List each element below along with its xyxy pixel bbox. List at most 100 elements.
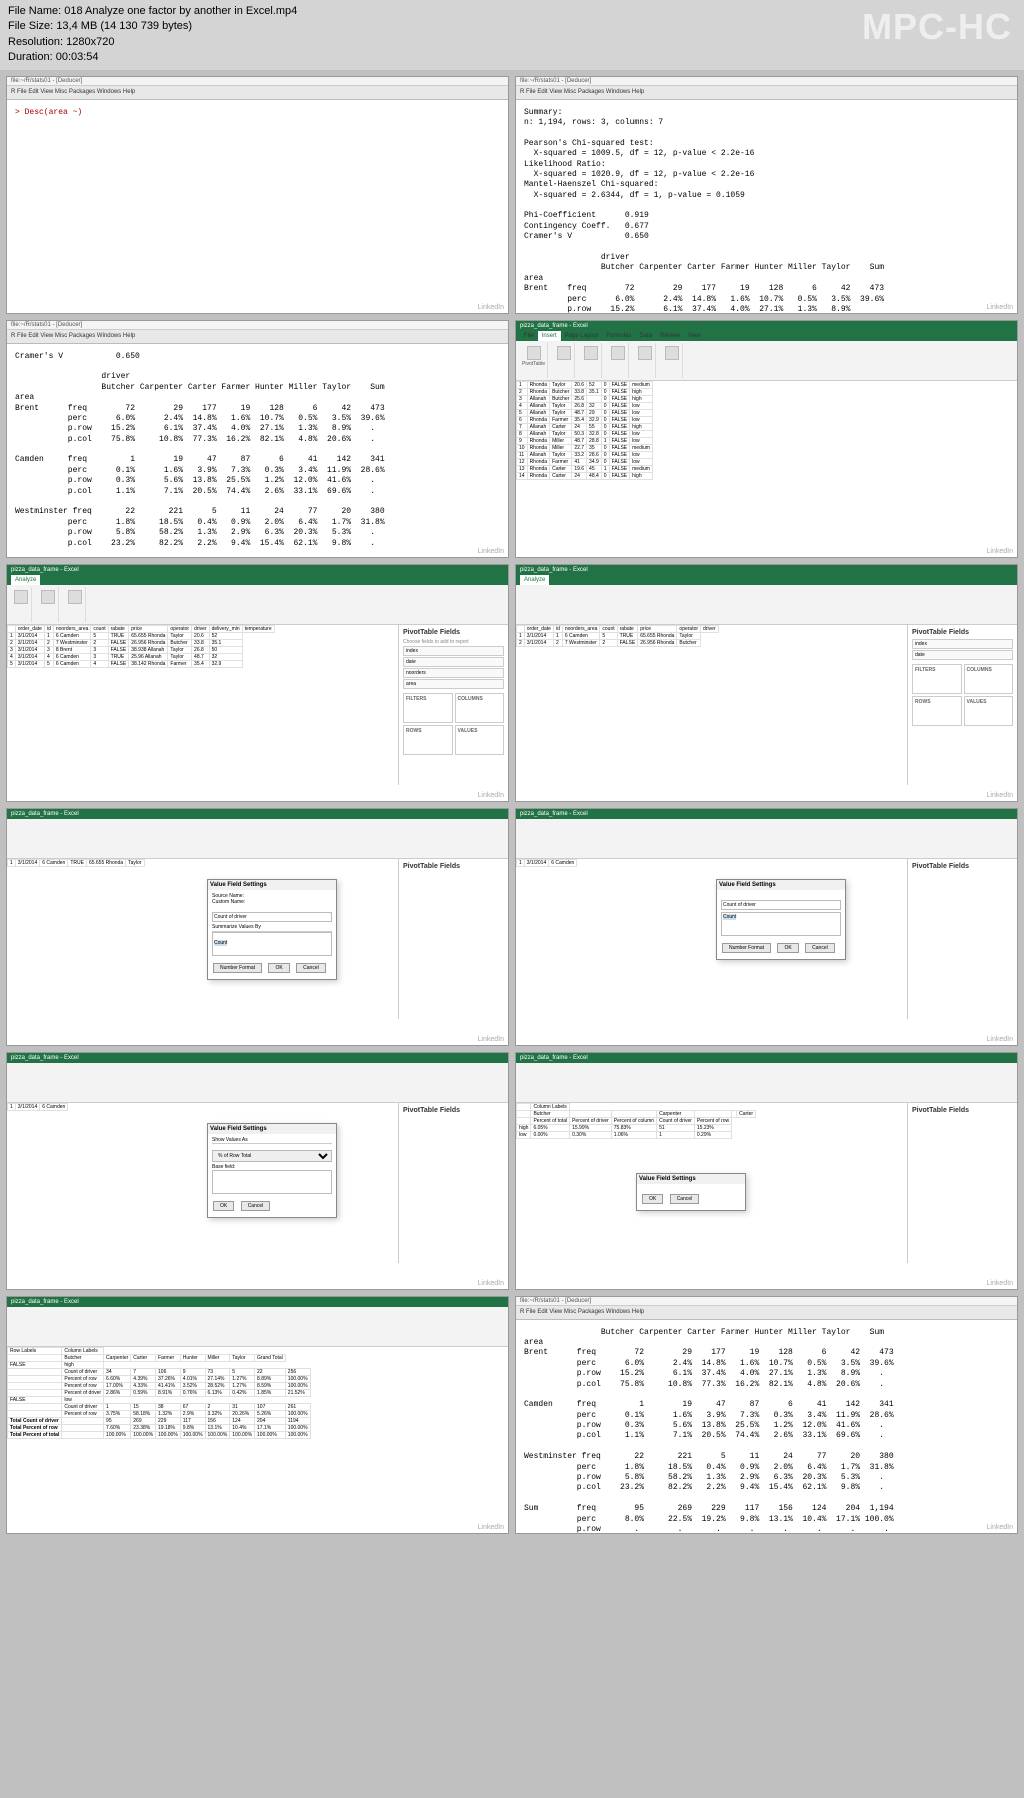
data-table[interactable]: 1RhondaTaylor20.6520FALSEmedium 2RhondaB… <box>516 381 653 480</box>
field-noorders[interactable]: noorders <box>403 668 504 678</box>
cancel-button[interactable]: Cancel <box>296 963 326 973</box>
tab-analyze[interactable]: Analyze <box>520 575 549 585</box>
rows-zone[interactable]: ROWS <box>403 725 453 755</box>
columns-zone[interactable]: COLUMNS <box>964 664 1014 694</box>
linkedin-watermark: LinkedIn <box>987 792 1013 799</box>
base-field-list[interactable] <box>212 1170 332 1194</box>
value-field-dialog[interactable]: Value Field Settings OK Cancel <box>636 1173 746 1211</box>
tab-data[interactable]: Data <box>635 331 656 341</box>
custom-name-input[interactable] <box>212 912 332 922</box>
changesrc-icon[interactable] <box>41 590 55 604</box>
pivot-sheet[interactable]: order_dateidnoorders_areacountrabatepric… <box>516 625 719 647</box>
value-field-dialog[interactable]: Value Field Settings Source Name: Custom… <box>207 879 337 980</box>
linkedin-watermark: LinkedIn <box>478 304 504 311</box>
filters-zone[interactable]: FILTERS <box>403 693 453 723</box>
tab-file[interactable]: File <box>520 331 538 341</box>
columns-zone[interactable]: COLUMNS <box>455 693 505 723</box>
tab-analyze[interactable]: Analyze <box>11 575 40 585</box>
dialog-title: Value Field Settings <box>208 1124 336 1134</box>
pivot-result-table[interactable]: Column Labels ButcherCarpenterCarter Per… <box>516 1103 756 1139</box>
thumb-10[interactable]: pizza_data_frame - Excel Column Labels B… <box>515 1052 1018 1290</box>
ok-button[interactable]: OK <box>642 1194 663 1204</box>
number-format-button[interactable]: Number Format <box>213 963 262 973</box>
values-zone[interactable]: VALUES <box>455 725 505 755</box>
pictures-icon[interactable] <box>584 346 598 360</box>
pivot-sheet[interactable]: order_dateidnoorders_areacountrabatepric… <box>7 625 275 668</box>
chart-icon[interactable] <box>638 346 652 360</box>
pivot-fields-pane[interactable]: PivotTable Fields Choose fields to add t… <box>398 625 508 785</box>
ok-button[interactable]: OK <box>777 943 798 953</box>
cancel-button[interactable]: Cancel <box>670 1194 700 1204</box>
cancel-button[interactable]: Cancel <box>241 1201 271 1211</box>
thumb-12[interactable]: file:~/R/stats01 - [Deducer] R File Edit… <box>515 1296 1018 1534</box>
field-index[interactable]: index <box>403 646 504 656</box>
field-date[interactable]: date <box>912 650 1013 660</box>
number-format-button[interactable]: Number Format <box>722 943 771 953</box>
calc-list[interactable]: Count <box>212 932 332 956</box>
console-body: Cramer's V 0.650 driver Butcher Carpente… <box>7 344 508 558</box>
window-title: file:~/R/stats01 - [Deducer] <box>7 321 508 330</box>
values-zone[interactable]: VALUES <box>964 696 1014 726</box>
excel-title-bar: pizza_data_frame - Excel <box>516 321 1017 331</box>
refresh-icon[interactable] <box>14 590 28 604</box>
value-field-dialog[interactable]: Value Field Settings Show Values As % of… <box>207 1123 337 1218</box>
ok-button[interactable]: OK <box>213 1201 234 1211</box>
tab-formulas[interactable]: Formulas <box>602 331 635 341</box>
thumb-4[interactable]: pizza_data_frame - Excel File Insert Pag… <box>515 320 1018 558</box>
sheet-body: 1RhondaTaylor20.6520FALSEmedium 2RhondaB… <box>516 381 1017 541</box>
final-pivot-table[interactable]: Row LabelsColumn Labels ButcherCarpenter… <box>7 1347 311 1439</box>
chart-icon[interactable] <box>611 346 625 360</box>
tab-insert[interactable]: Insert <box>538 331 561 341</box>
field-date[interactable]: date <box>403 657 504 667</box>
pivottable-icon[interactable] <box>527 346 541 360</box>
table-icon[interactable] <box>557 346 571 360</box>
linkedin-watermark: LinkedIn <box>987 1524 1013 1531</box>
show-values-tab[interactable]: Show Values As <box>212 1137 332 1144</box>
console-body: > Desc(area ~) <box>7 100 508 126</box>
player-watermark: MPC-HC <box>862 6 1012 48</box>
rows-zone[interactable]: ROWS <box>912 696 962 726</box>
excel-title-bar: pizza_data_frame - Excel <box>516 565 1017 575</box>
field-index[interactable]: index <box>912 639 1013 649</box>
excel-title-bar: pizza_data_frame - Excel <box>516 1053 1017 1063</box>
thumb-3[interactable]: file:~/R/stats01 - [Deducer] R File Edit… <box>6 320 509 558</box>
filters-zone[interactable]: FILTERS <box>912 664 962 694</box>
linkedin-watermark: LinkedIn <box>987 1280 1013 1287</box>
ribbon <box>7 585 508 625</box>
tab-review[interactable]: Review <box>656 331 684 341</box>
show-as-select[interactable]: % of Row Total <box>212 1150 332 1162</box>
linkedin-watermark: LinkedIn <box>478 1524 504 1531</box>
dialog-title: Value Field Settings <box>208 880 336 890</box>
tab-pagelayout[interactable]: Page Layout <box>561 331 603 341</box>
thumb-2[interactable]: file:~/R/stats01 - [Deducer] R File Edit… <box>515 76 1018 314</box>
excel-title-bar: pizza_data_frame - Excel <box>7 1053 508 1063</box>
console-body: Summary: n: 1,194, rows: 3, columns: 7 P… <box>516 100 1017 314</box>
thumb-7[interactable]: pizza_data_frame - Excel 13/1/20146 Camd… <box>6 808 509 1046</box>
chart-icon[interactable] <box>665 346 679 360</box>
field-area[interactable]: area <box>403 679 504 689</box>
custom-name-input[interactable] <box>721 900 841 910</box>
thumb-9[interactable]: pizza_data_frame - Excel 13/1/20146 Camd… <box>6 1052 509 1290</box>
value-field-dialog[interactable]: Value Field Settings Count Number Format… <box>716 879 846 960</box>
thumb-8[interactable]: pizza_data_frame - Excel 13/1/20146 Camd… <box>515 808 1018 1046</box>
summarize-tab[interactable]: Summarize Values By <box>212 924 332 932</box>
console-body: Butcher Carpenter Carter Farmer Hunter M… <box>516 1320 1017 1534</box>
menu-bar: R File Edit View Misc Packages Windows H… <box>7 330 508 344</box>
pivot-fields-pane[interactable]: PivotTable Fields index date FILTERS COL… <box>907 625 1017 785</box>
linkedin-watermark: LinkedIn <box>987 1036 1013 1043</box>
thumbnail-grid: file:~/R/stats01 - [Deducer] R File Edit… <box>0 70 1024 1540</box>
clear-icon[interactable] <box>68 590 82 604</box>
ribbon: PivotTable <box>516 341 1017 381</box>
menu-bar: R File Edit View Misc Packages Windows H… <box>516 1306 1017 1320</box>
duration-line: Duration: 00:03:54 <box>8 50 1016 65</box>
linkedin-watermark: LinkedIn <box>987 548 1013 555</box>
tab-view[interactable]: View <box>684 331 705 341</box>
ok-button[interactable]: OK <box>268 963 289 973</box>
thumb-1[interactable]: file:~/R/stats01 - [Deducer] R File Edit… <box>6 76 509 314</box>
thumb-11[interactable]: pizza_data_frame - Excel Row LabelsColum… <box>6 1296 509 1534</box>
cancel-button[interactable]: Cancel <box>805 943 835 953</box>
ribbon <box>516 819 1017 859</box>
calc-list[interactable]: Count <box>721 912 841 936</box>
thumb-5[interactable]: pizza_data_frame - Excel Analyze order_d… <box>6 564 509 802</box>
thumb-6[interactable]: pizza_data_frame - Excel Analyze order_d… <box>515 564 1018 802</box>
